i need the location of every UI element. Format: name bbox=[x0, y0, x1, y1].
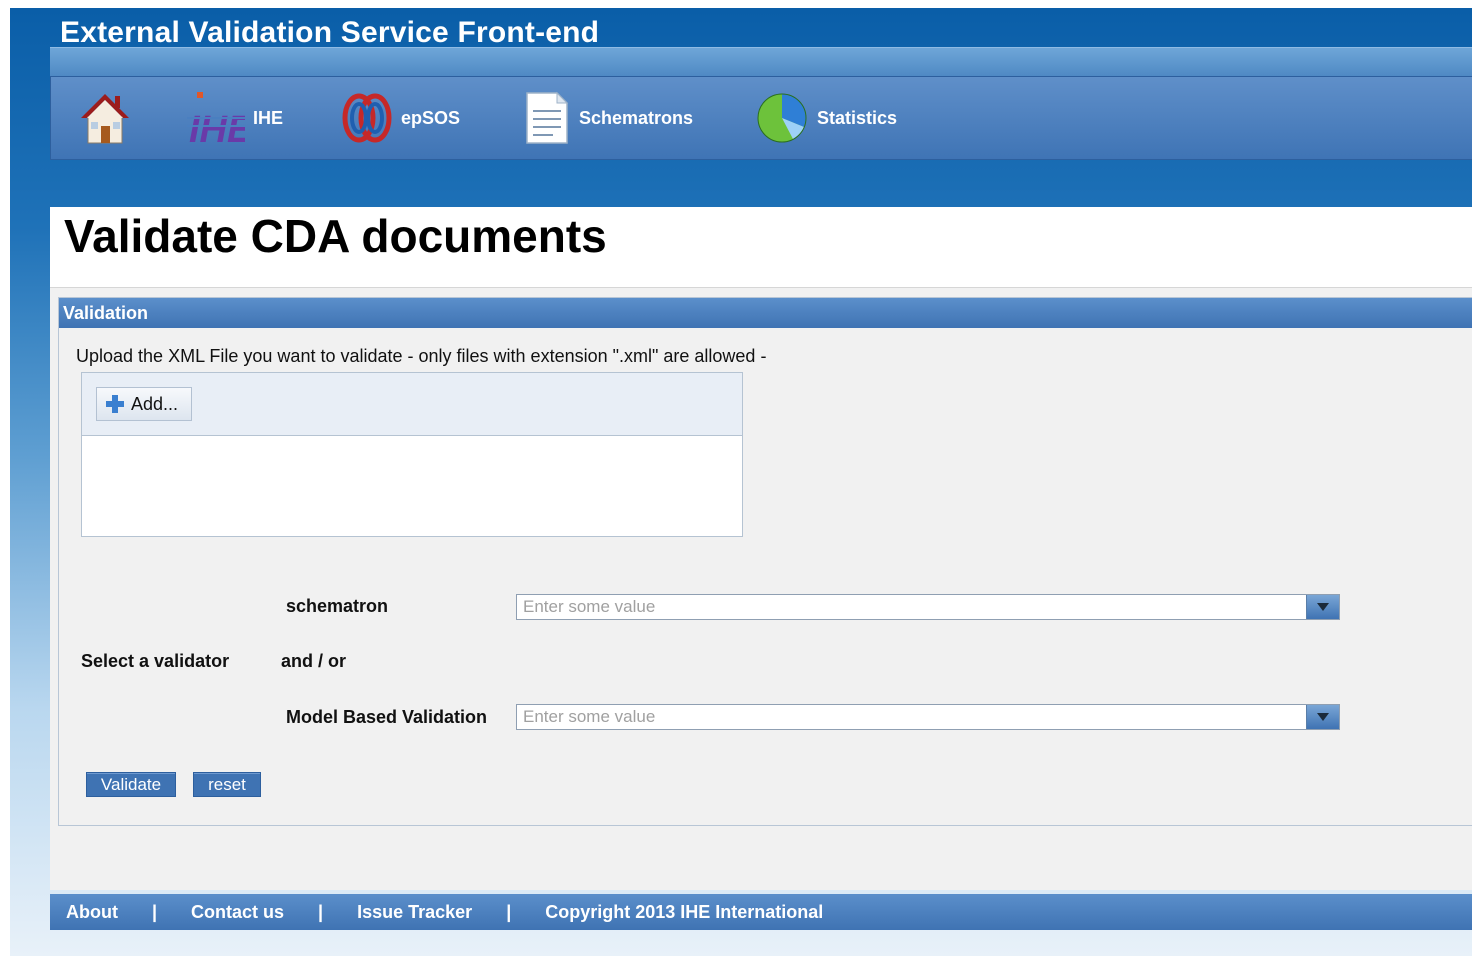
schematron-dropdown-button[interactable] bbox=[1306, 595, 1339, 619]
select-validator-label: Select a validator bbox=[81, 651, 230, 671]
footer-contact-link[interactable]: Contact us bbox=[191, 902, 284, 923]
main-navigation: IHE IHE epSOS Schematrons bbox=[50, 76, 1472, 160]
model-based-dropdown-button[interactable] bbox=[1306, 705, 1339, 729]
schematron-input[interactable] bbox=[523, 596, 1303, 618]
model-based-validation-select[interactable] bbox=[516, 704, 1340, 730]
file-upload-box[interactable]: Add... bbox=[81, 372, 743, 537]
main-content: Validate CDA documents Validation Upload… bbox=[50, 207, 1472, 890]
document-icon bbox=[526, 91, 569, 144]
schematron-select[interactable] bbox=[516, 594, 1340, 620]
app-title: External Validation Service Front-end bbox=[60, 16, 600, 49]
ihe-logo-icon: IHE bbox=[187, 92, 245, 148]
footer-issue-tracker-link[interactable]: Issue Tracker bbox=[357, 902, 472, 923]
chevron-down-icon bbox=[1317, 713, 1329, 721]
model-based-validation-label: Model Based Validation bbox=[286, 707, 488, 727]
nav-home[interactable] bbox=[79, 87, 131, 149]
upload-instructions: Upload the XML File you want to validate… bbox=[76, 346, 767, 366]
chevron-down-icon bbox=[1317, 603, 1329, 611]
nav-ihe-label: IHE bbox=[253, 107, 284, 128]
nav-schematrons[interactable]: Schematrons bbox=[523, 87, 693, 149]
nav-ihe[interactable]: IHE IHE bbox=[187, 87, 283, 149]
nav-schematrons-label: Schematrons bbox=[579, 107, 694, 128]
pie-chart-icon bbox=[757, 93, 807, 143]
footer-separator: | bbox=[506, 901, 512, 922]
model-based-validation-input[interactable] bbox=[523, 706, 1303, 728]
nav-epsos-label: epSOS bbox=[401, 107, 461, 128]
validate-button[interactable]: Validate bbox=[86, 772, 176, 797]
nav-statistics[interactable]: Statistics bbox=[755, 87, 897, 149]
file-list-area bbox=[82, 436, 742, 536]
footer-about-link[interactable]: About bbox=[66, 902, 118, 923]
and-or-label: and / or bbox=[281, 651, 347, 671]
page-title: Validate CDA documents bbox=[64, 210, 607, 262]
validation-panel: Validation Upload the XML File you want … bbox=[58, 297, 1472, 826]
home-icon bbox=[81, 94, 129, 144]
file-upload-toolbar: Add... bbox=[82, 373, 742, 436]
nav-epsos[interactable]: epSOS bbox=[341, 87, 460, 149]
validation-panel-header: Validation bbox=[59, 298, 1472, 328]
svg-text:IHE: IHE bbox=[189, 109, 245, 148]
reset-button[interactable]: reset bbox=[193, 772, 261, 797]
add-file-label: Add... bbox=[131, 393, 179, 414]
epsos-logo-icon bbox=[342, 93, 392, 143]
footer: About | Contact us | Issue Tracker | Cop… bbox=[50, 894, 1472, 930]
nav-statistics-label: Statistics bbox=[817, 107, 898, 128]
schematron-label: schematron bbox=[286, 596, 389, 616]
header-subbar bbox=[50, 47, 1472, 76]
footer-separator: | bbox=[151, 901, 158, 922]
plus-icon bbox=[106, 395, 124, 413]
page-header: Validate CDA documents bbox=[50, 207, 1472, 288]
footer-separator: | bbox=[318, 901, 324, 922]
add-file-button[interactable]: Add... bbox=[96, 387, 192, 421]
footer-copyright: Copyright 2013 IHE International bbox=[545, 901, 824, 922]
